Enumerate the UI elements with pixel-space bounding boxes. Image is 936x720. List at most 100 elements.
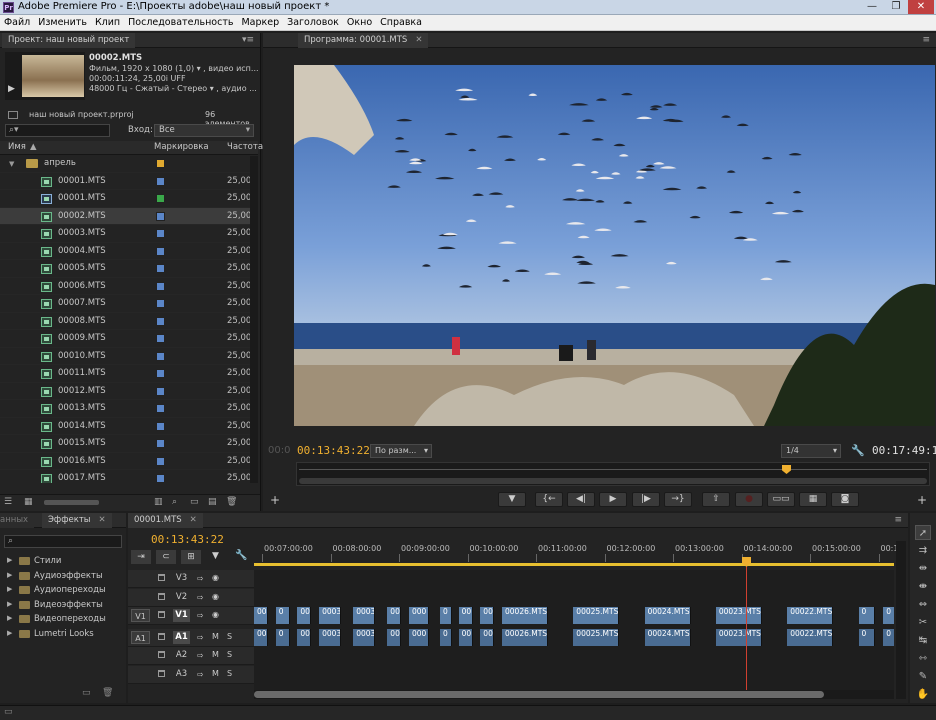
snap-icon[interactable]: ⊂: [156, 550, 176, 564]
label-color-swatch[interactable]: [156, 211, 165, 221]
pen-tool-icon[interactable]: ✎: [915, 669, 931, 684]
expand-icon[interactable]: ▶: [7, 571, 12, 579]
video-clip[interactable]: 00024.MTS: [644, 607, 691, 624]
new-bin-icon[interactable]: ▭: [82, 688, 91, 698]
label-color-swatch[interactable]: [156, 386, 165, 396]
list-item[interactable]: 00004.MTS 25,00: [0, 243, 258, 260]
label-color-swatch[interactable]: [156, 299, 165, 308]
menu-window[interactable]: Окно: [343, 15, 376, 31]
audio-clip[interactable]: 000: [409, 629, 429, 646]
resolution-select[interactable]: 1/4 ▾: [781, 444, 841, 458]
effects-folder[interactable]: ▶ Видеопереходы: [0, 613, 126, 627]
timeline-v-scrollbar[interactable]: [896, 541, 906, 699]
effects-search-input[interactable]: ⌕: [4, 535, 122, 548]
icon-view-icon[interactable]: ▦: [24, 497, 33, 507]
close-button[interactable]: ✕: [908, 0, 934, 14]
work-area-bar[interactable]: [254, 563, 894, 566]
audio-clip[interactable]: 00023.MTS: [715, 629, 762, 646]
timeline-timecode[interactable]: 00:13:43:22: [151, 533, 224, 546]
video-clip[interactable]: 0: [883, 607, 894, 624]
effects-folder[interactable]: ▶ Видеоэффекты: [0, 599, 126, 613]
track-name[interactable]: V2: [173, 591, 190, 604]
video-clip[interactable]: 00: [480, 607, 495, 624]
audio-clip[interactable]: 00: [458, 629, 473, 646]
audio-clip[interactable]: 0: [858, 629, 875, 646]
mute-button[interactable]: M: [212, 632, 219, 641]
audio-clip[interactable]: 00: [480, 629, 495, 646]
hand-tool-icon[interactable]: ✋: [915, 687, 931, 702]
list-item[interactable]: 00017.MTS 25,00: [0, 470, 258, 483]
track-name[interactable]: V1: [173, 609, 190, 622]
mute-button[interactable]: M: [212, 650, 219, 659]
fit-select[interactable]: По разм... ▾: [370, 444, 432, 458]
rate-stretch-tool-icon[interactable]: ⇔: [915, 597, 931, 612]
time-ruler[interactable]: 00:07:00:00 00:08:00:00 00:09:00:00 00:10:0…: [254, 541, 898, 567]
label-color-swatch[interactable]: [156, 281, 165, 291]
expand-icon[interactable]: ▶: [7, 556, 12, 564]
label-color-swatch[interactable]: [156, 246, 165, 256]
sync-lock-icon[interactable]: ⇨: [197, 633, 204, 642]
list-item[interactable]: 00016.MTS 25,00: [0, 453, 258, 470]
audio-clip[interactable]: 00022.MTS: [787, 629, 834, 646]
mute-button[interactable]: M: [212, 669, 219, 678]
solo-button[interactable]: S: [227, 632, 232, 641]
close-icon[interactable]: ✕: [190, 515, 197, 525]
track-header-a1[interactable]: A1 A1 ⇨ M S: [128, 628, 254, 647]
solo-button[interactable]: S: [227, 650, 232, 659]
label-color-swatch[interactable]: [156, 334, 165, 343]
lock-icon[interactable]: [158, 669, 165, 677]
linked-selection-icon[interactable]: ⊞: [181, 550, 201, 564]
video-clip[interactable]: 00: [387, 607, 402, 624]
effects-folder[interactable]: ▶ Lumetri Looks: [0, 628, 126, 642]
go-to-in-button[interactable]: {←: [535, 492, 563, 507]
project-scrollbar[interactable]: [250, 156, 258, 483]
close-icon[interactable]: ✕: [415, 35, 422, 45]
sort-asc-icon[interactable]: ▲: [30, 142, 37, 152]
menu-marker[interactable]: Маркер: [237, 15, 283, 31]
tab-project[interactable]: Проект: наш новый проект: [2, 33, 136, 48]
video-clip[interactable]: 00026.MTS: [502, 607, 548, 624]
audio-clip[interactable]: 00025.MTS: [573, 629, 620, 646]
timeline-menu-icon[interactable]: ≡: [894, 513, 902, 528]
list-item[interactable]: 00014.MTS 25,00: [0, 418, 258, 435]
search-input[interactable]: ⌕▾: [5, 124, 110, 137]
audio-clip[interactable]: 0: [883, 629, 894, 646]
video-clip[interactable]: 00: [297, 607, 312, 624]
new-item-icon[interactable]: ▤: [208, 497, 217, 507]
track-header-a2[interactable]: A2 ⇨ M S: [128, 647, 254, 665]
expand-icon[interactable]: ▶: [7, 585, 12, 593]
step-back-button[interactable]: ◀|: [567, 492, 595, 507]
list-item[interactable]: 00001.MTS 25,00: [0, 190, 258, 208]
effects-folder[interactable]: ▶ Аудиопереходы: [0, 584, 126, 598]
record-button[interactable]: ●: [735, 492, 763, 507]
sync-lock-icon[interactable]: ⇨: [197, 611, 204, 620]
label-color-swatch[interactable]: [156, 316, 165, 326]
track-name[interactable]: A3: [173, 668, 190, 681]
tab-program[interactable]: Программа: 00001.MTS ✕: [298, 33, 429, 48]
label-color-swatch[interactable]: [156, 404, 165, 413]
label-color-swatch[interactable]: [156, 351, 165, 361]
add-button-left-icon[interactable]: +: [270, 493, 280, 507]
slip-tool-icon[interactable]: ↹: [915, 633, 931, 648]
input-filter-select[interactable]: Все ▾: [154, 124, 254, 137]
expand-icon[interactable]: ▶: [7, 614, 12, 622]
audio-clip[interactable]: 0003: [353, 629, 376, 646]
label-color-swatch[interactable]: [156, 264, 165, 273]
track-header-v3[interactable]: V3 ⇨ ◉: [128, 570, 254, 588]
menu-clip[interactable]: Клип: [91, 15, 124, 31]
compare-view-button[interactable]: ▭▭: [767, 492, 795, 507]
razor-tool-icon[interactable]: ✂: [915, 615, 931, 630]
list-item[interactable]: 00006.MTS 25,00: [0, 278, 258, 295]
monitor-scrubber[interactable]: [296, 462, 930, 486]
solo-button[interactable]: S: [227, 669, 232, 678]
list-item[interactable]: 00005.MTS 25,00: [0, 260, 258, 278]
timeline-settings-wrench-icon[interactable]: 🔧: [235, 550, 247, 561]
button-editor-icon[interactable]: +: [917, 493, 927, 507]
timeline-h-scrollbar[interactable]: [254, 690, 894, 699]
sync-lock-icon[interactable]: ⇨: [197, 670, 204, 679]
lock-icon[interactable]: [158, 651, 165, 658]
new-bin-icon[interactable]: ▭: [190, 497, 199, 507]
list-item[interactable]: 00007.MTS 25,00: [0, 295, 258, 313]
settings-wrench-icon[interactable]: 🔧: [851, 444, 865, 457]
audio-clip[interactable]: 00: [254, 629, 268, 646]
